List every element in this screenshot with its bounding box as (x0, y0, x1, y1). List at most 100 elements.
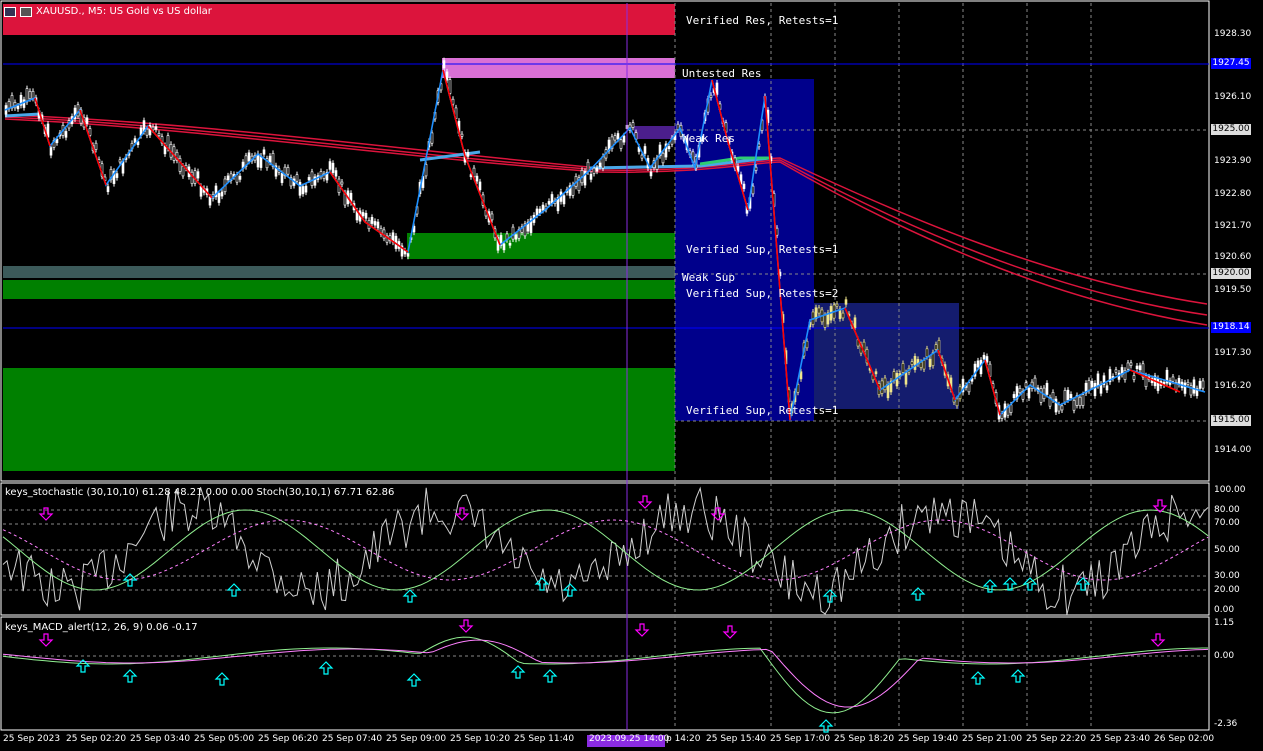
candle-body (841, 312, 845, 319)
candle-body (157, 133, 161, 136)
zone-label-verified-res: Verified Res, Retests=1 (686, 14, 839, 27)
candle-body (508, 242, 512, 246)
time-label: 25 Sep 15:40 (706, 734, 767, 744)
candle-body (1186, 381, 1190, 385)
time-label: 25 Sep 03:40 (130, 734, 191, 744)
stoch-axis-label: 0.00 (1214, 605, 1235, 615)
candle-body (547, 201, 551, 205)
candle-body (1009, 404, 1013, 413)
candle-body (643, 146, 647, 154)
price-tag-line-bottom: 1918.14 (1211, 322, 1251, 333)
zone-label-verified-sup-2: Verified Sup, Retests=2 (686, 287, 839, 300)
price-label: 1917.30 (1214, 348, 1252, 358)
stoch-axis-label: 30.00 (1214, 571, 1240, 581)
candle-body (709, 94, 713, 98)
symbol-flag-icon[interactable] (20, 6, 32, 17)
chart-window-icon[interactable] (4, 6, 16, 17)
candle-body (118, 159, 122, 163)
candle-body (1198, 380, 1202, 389)
candle-body (598, 162, 602, 167)
candle-body (1183, 382, 1187, 394)
candle-body (1069, 394, 1073, 399)
candle-body (49, 147, 53, 156)
time-label: 25 Sep 10:20 (450, 734, 511, 744)
price-tag-1920: 1920.00 (1211, 268, 1251, 279)
candle-body (406, 253, 410, 257)
macd-panel[interactable] (0, 616, 1210, 731)
candle-body (268, 155, 272, 163)
chart-canvas[interactable] (0, 0, 1263, 751)
candle-body (715, 82, 719, 95)
macd-axis-label: -2.36 (1214, 719, 1238, 729)
price-label: 1914.00 (1214, 445, 1252, 455)
candle-body (1192, 379, 1196, 394)
candle-body (1063, 390, 1067, 403)
symbol-title: XAUUSD., M5: US Gold vs US dollar (36, 6, 212, 17)
candle-body (208, 196, 212, 206)
time-label: 25 Sep 05:00 (194, 734, 255, 744)
candle-body (373, 221, 377, 226)
time-label: 25 Sep 19:40 (898, 734, 959, 744)
candle-body (1129, 362, 1133, 366)
candle-body (934, 344, 938, 350)
candle-body (736, 166, 740, 172)
candle-body (622, 135, 626, 143)
stoch-panel[interactable] (0, 482, 1210, 616)
candle-body (535, 208, 539, 216)
candle-body (85, 117, 89, 124)
candle-body (1201, 380, 1205, 389)
candle-body (1018, 387, 1022, 394)
price-label: 1920.60 (1214, 252, 1252, 262)
candle-body (955, 398, 959, 407)
zone-label-verified-sup-1a: Verified Sup, Retests=1 (686, 243, 839, 256)
candle-body (925, 348, 929, 357)
candle-body (478, 181, 482, 191)
weak-sup-zone (3, 266, 675, 278)
candle-body (196, 171, 200, 179)
candle-body (514, 234, 518, 240)
candle-body (217, 193, 221, 203)
candle-body (1060, 405, 1064, 411)
macd-header: keys_MACD_alert(12, 26, 9) 0.06 -0.17 (5, 622, 198, 633)
candle-body (976, 360, 980, 368)
candle-body (340, 181, 344, 185)
candle-body (361, 212, 365, 217)
candle-body (1039, 388, 1043, 403)
candle-body (1093, 383, 1097, 397)
price-tag-1915: 1915.00 (1211, 415, 1251, 426)
candle-body (490, 213, 494, 221)
candle-body (874, 371, 878, 375)
candle-body (910, 361, 914, 365)
candle-body (661, 152, 665, 164)
candle-body (631, 122, 635, 128)
candle-body (1156, 378, 1160, 391)
time-label: 25 Sep 2023 (3, 734, 61, 744)
candle-body (511, 226, 515, 240)
candle-body (1024, 382, 1028, 388)
time-label: 25 Sep 23:40 (1090, 734, 1151, 744)
candle-body (88, 128, 92, 136)
candle-body (754, 166, 758, 171)
candle-body (247, 152, 251, 162)
candle-body (64, 131, 68, 138)
candle-body (1126, 362, 1130, 370)
candle-body (904, 372, 908, 385)
candle-body (922, 360, 926, 370)
time-label: 25 Sep 02:20 (66, 734, 127, 744)
candle-body (181, 165, 185, 177)
candle-body (1087, 380, 1091, 392)
candle-body (1072, 400, 1076, 411)
candle-body (1090, 380, 1094, 388)
time-label: 25 Sep 06:20 (258, 734, 319, 744)
candle-body (154, 126, 158, 130)
time-label: 25 Sep 07:40 (322, 734, 383, 744)
stoch-axis-label: 80.00 (1214, 505, 1240, 515)
time-label: 25 Sep 17:00 (770, 734, 831, 744)
candle-body (1027, 387, 1031, 399)
stoch-axis-label: 70.00 (1214, 518, 1240, 528)
time-label: 25 Sep 18:20 (834, 734, 895, 744)
candle-body (616, 133, 620, 140)
candle-body (595, 167, 599, 172)
candle-body (613, 135, 617, 141)
candle-body (817, 307, 821, 314)
